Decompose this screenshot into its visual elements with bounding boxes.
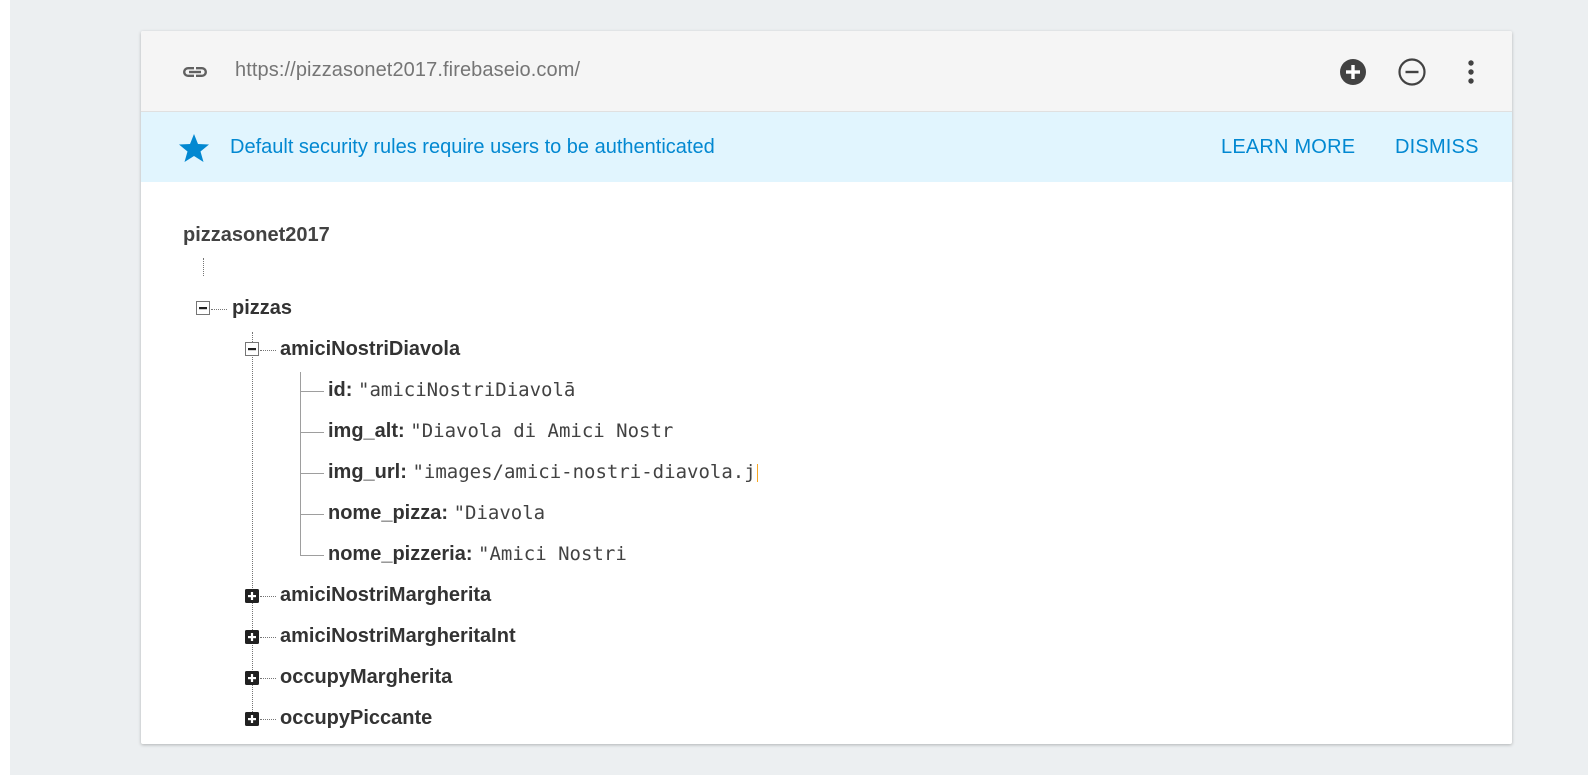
field-img-url[interactable]: img_url: "images/amici-nostri-diavola.j xyxy=(328,460,758,484)
tree-node-amici-nostri-margherita-int[interactable]: amiciNostriMargheritaInt xyxy=(280,624,516,648)
collapse-icon[interactable] xyxy=(245,342,259,356)
add-circle-icon[interactable] xyxy=(1338,57,1368,87)
database-url[interactable]: https://pizzasonet2017.firebaseio.com/ xyxy=(235,59,580,82)
database-card: https://pizzasonet2017.firebaseio.com/ D xyxy=(141,31,1512,744)
expand-icon[interactable] xyxy=(245,630,259,644)
tree-connector xyxy=(260,678,276,679)
field-nome-pizza[interactable]: nome_pizza: "Diavola xyxy=(328,501,545,525)
banner-message: Default security rules require users to … xyxy=(230,136,715,158)
data-tree: pizzasonet2017 pizzas amiciNostriDiavola… xyxy=(141,182,1512,744)
star-icon xyxy=(179,134,209,162)
collapse-icon[interactable] xyxy=(196,301,210,315)
tree-node-pizzas[interactable]: pizzas xyxy=(232,296,292,320)
tree-connector xyxy=(260,637,276,638)
tree-connector xyxy=(300,473,324,474)
more-vert-icon[interactable] xyxy=(1456,57,1486,87)
link-icon xyxy=(183,67,207,77)
text-cursor xyxy=(756,463,758,482)
tree-node-occupy-margherita[interactable]: occupyMargherita xyxy=(280,665,452,689)
learn-more-button[interactable]: LEARN MORE xyxy=(1221,136,1355,159)
tree-connector xyxy=(300,372,301,555)
field-nome-pizzeria[interactable]: nome_pizzeria: "Amici Nostri xyxy=(328,542,627,566)
tree-connector xyxy=(300,555,324,556)
remove-circle-icon[interactable] xyxy=(1397,57,1427,87)
page: https://pizzasonet2017.firebaseio.com/ D xyxy=(0,0,1588,775)
tree-node-occupy-piccante[interactable]: occupyPiccante xyxy=(280,706,432,730)
tree-connector xyxy=(260,719,276,720)
tree-connector xyxy=(300,432,324,433)
url-bar: https://pizzasonet2017.firebaseio.com/ xyxy=(141,31,1512,112)
tree-connector xyxy=(260,596,276,597)
tree-root-node[interactable]: pizzasonet2017 xyxy=(183,224,330,247)
tree-connector xyxy=(260,350,276,351)
tree-node-amici-nostri-diavola[interactable]: amiciNostriDiavola xyxy=(280,337,460,361)
expand-icon[interactable] xyxy=(245,671,259,685)
tree-connector xyxy=(300,514,324,515)
tree-connector xyxy=(211,309,227,310)
tree-connector xyxy=(300,391,324,392)
dismiss-button[interactable]: DISMISS xyxy=(1395,136,1479,159)
field-id[interactable]: id: "amiciNostriDiavolā xyxy=(328,378,575,402)
field-img-alt[interactable]: img_alt: "Diavola di Amici Nostr xyxy=(328,419,673,443)
tree-connector xyxy=(203,258,204,276)
left-edge xyxy=(0,0,10,775)
expand-icon[interactable] xyxy=(245,589,259,603)
expand-icon[interactable] xyxy=(245,712,259,726)
security-rules-banner: Default security rules require users to … xyxy=(141,112,1512,182)
tree-connector xyxy=(252,332,253,722)
tree-node-amici-nostri-margherita[interactable]: amiciNostriMargherita xyxy=(280,583,491,607)
